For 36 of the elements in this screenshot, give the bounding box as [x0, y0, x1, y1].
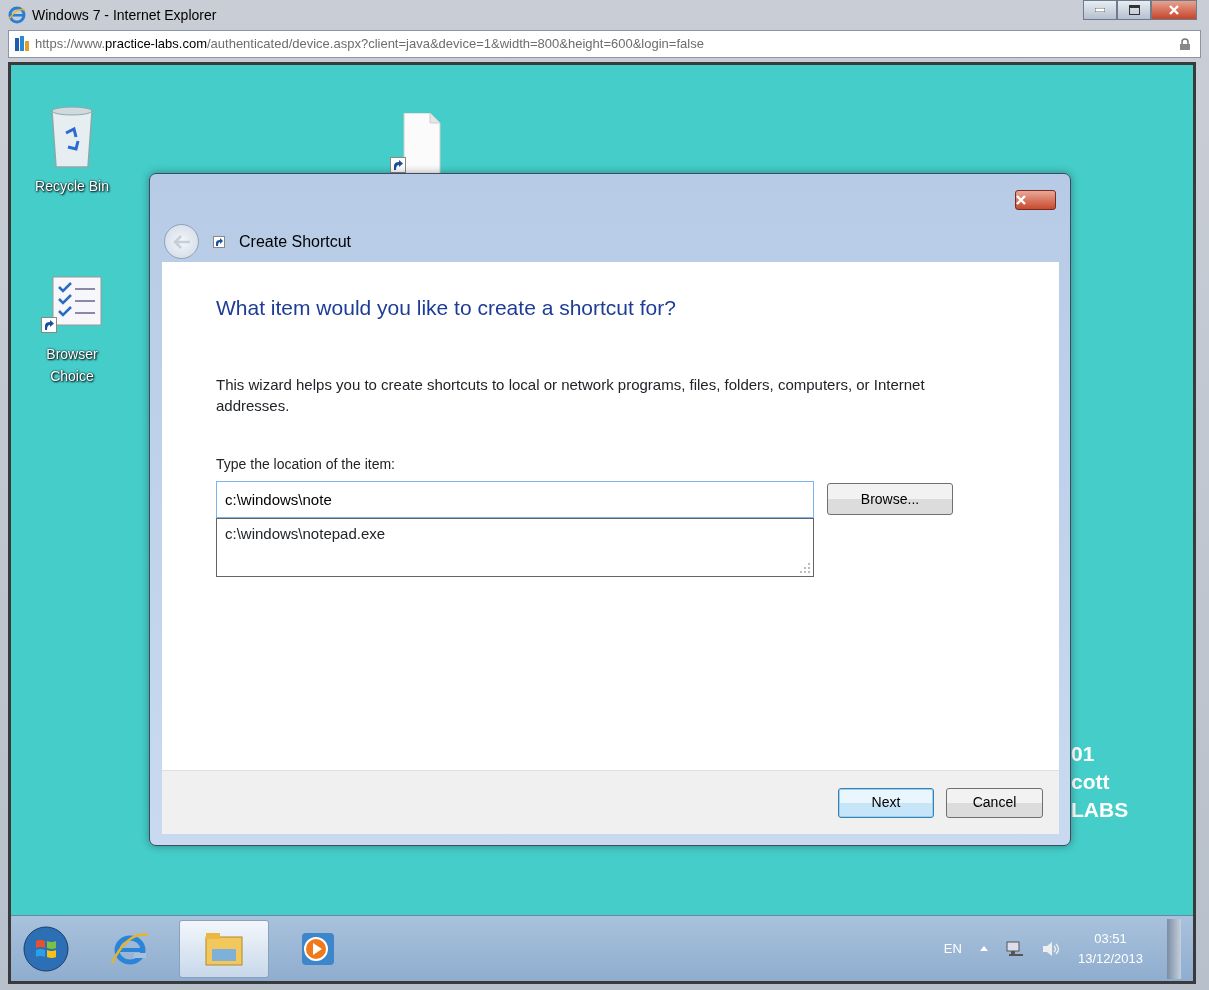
dialog-title: Create Shortcut [239, 231, 352, 252]
browse-button[interactable]: Browse... [827, 483, 953, 515]
maximize-button[interactable] [1117, 0, 1151, 20]
back-arrow-icon [172, 234, 191, 249]
wallpaper-text: LABS [1071, 797, 1129, 823]
wizard-heading: What item would you like to create a shortcut for? [216, 295, 677, 321]
file-shortcut-icon [390, 113, 442, 175]
close-button[interactable] [1151, 0, 1197, 20]
windows-logo-icon [23, 925, 69, 972]
shortcut-icon [213, 235, 225, 248]
recycle-bin-icon [48, 105, 96, 169]
taskbar-button[interactable] [179, 919, 269, 978]
minimize-icon [1095, 8, 1105, 12]
wizard-button[interactable]: Next [838, 787, 934, 818]
window-title: Windows 7 - Internet Explorer [32, 5, 217, 25]
close-icon [1016, 195, 1026, 205]
close-button[interactable] [1015, 190, 1056, 210]
maximize-icon [1128, 5, 1140, 15]
network-icon[interactable] [1005, 940, 1024, 957]
lock-icon [1180, 38, 1190, 50]
location-field[interactable]: c:\windows\note [216, 480, 814, 518]
icon-label: Recycle Bin [35, 177, 109, 196]
wallpaper-text: 01 [1071, 741, 1096, 767]
browser-icon [8, 6, 26, 24]
suggestion-item[interactable]: c:\windows\notepad.exe [225, 522, 805, 545]
resize-grip-icon [799, 561, 811, 574]
up-arrow-icon[interactable] [979, 946, 988, 951]
icon-label: Browser Choice [46, 345, 98, 386]
site-icon [15, 36, 29, 52]
close-icon [1168, 4, 1180, 16]
wizard-description: This wizard helps you to create shortcuts to local or network programs, files, folders, computers, or Internet addresses. [216, 374, 926, 416]
wallpaper-text: cott [1071, 769, 1111, 795]
field-label: Type the location of the item: [216, 454, 396, 474]
wizard-button[interactable]: Cancel [946, 787, 1043, 818]
minimize-button[interactable] [1083, 0, 1117, 20]
show-desktop-button[interactable] [1167, 918, 1181, 979]
